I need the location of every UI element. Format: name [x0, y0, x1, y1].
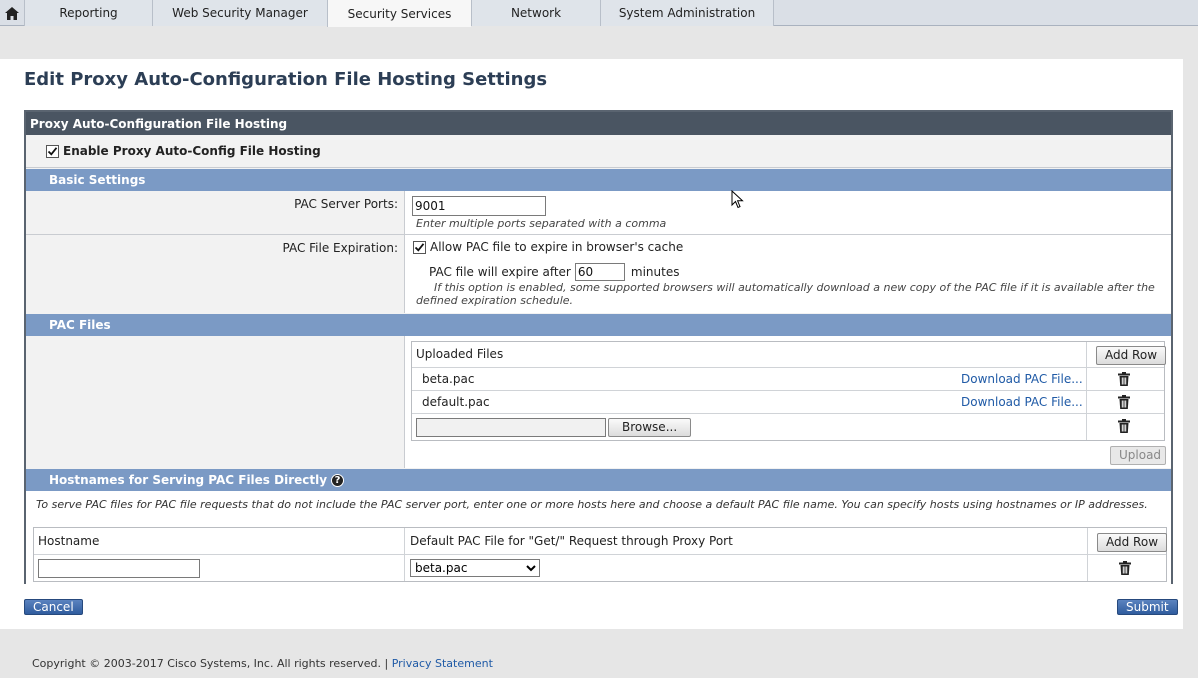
- file-name: default.pac: [422, 395, 490, 409]
- trash-icon[interactable]: [1118, 372, 1130, 389]
- checkmark-icon: [414, 242, 425, 252]
- uploaded-files-header: Uploaded Files Add Row: [412, 342, 1167, 368]
- hostnames-header: Hostname Default PAC File for "Get/" Req…: [34, 528, 1168, 555]
- hostnames-body: To serve PAC files for PAC file requests…: [26, 491, 1171, 586]
- add-host-row-button[interactable]: Add Row: [1097, 533, 1168, 552]
- hostnames-section-title: Hostnames for Serving PAC Files Directly: [49, 473, 328, 487]
- footer: Copyright © 2003-2017 Cisco Systems, Inc…: [32, 657, 493, 670]
- expire-after-row: PAC file will expire after minutes: [429, 263, 679, 281]
- pac-server-ports-hint: Enter multiple ports separated with a co…: [416, 217, 667, 230]
- main-content: Edit Proxy Auto-Configuration File Hosti…: [0, 59, 1183, 629]
- expire-minutes-input[interactable]: [574, 263, 625, 281]
- expire-after-suffix: minutes: [630, 265, 680, 279]
- panel-header: Proxy Auto-Configuration File Hosting: [26, 112, 1171, 135]
- help-icon[interactable]: ?: [331, 473, 345, 487]
- mouse-cursor-icon: [731, 190, 744, 209]
- table-row: beta.pac Download PAC File...: [412, 368, 1164, 391]
- file-name: beta.pac: [422, 372, 475, 386]
- file-path-input[interactable]: [416, 418, 606, 437]
- page-title: Edit Proxy Auto-Configuration File Hosti…: [24, 69, 548, 90]
- download-pac-file-link[interactable]: Download PAC File...: [961, 395, 1083, 409]
- top-navigation: Reporting Web Security Manager Security …: [0, 0, 1198, 27]
- tab-web-security-manager[interactable]: Web Security Manager: [152, 0, 327, 26]
- copyright-text: Copyright © 2003-2017 Cisco Systems, Inc…: [32, 657, 389, 670]
- enable-pac-hosting-label: Enable Proxy Auto-Config File Hosting: [63, 144, 321, 158]
- hostnames-table: Hostname Default PAC File for "Get/" Req…: [33, 527, 1168, 582]
- pac-file-expiration-label: PAC File Expiration:: [26, 235, 405, 313]
- pac-file-expiration-cell: Allow PAC file to expire in browser's ca…: [405, 235, 1171, 313]
- cancel-button[interactable]: Cancel: [24, 599, 83, 615]
- browse-button[interactable]: Browse...: [608, 418, 692, 437]
- expire-hint: If this option is enabled, some supporte…: [416, 281, 1155, 307]
- section-pac-files: PAC Files: [26, 314, 1171, 336]
- allow-expire-label: Allow PAC file to expire in browser's ca…: [430, 240, 684, 254]
- trash-icon[interactable]: [1118, 395, 1130, 412]
- trash-icon[interactable]: [1118, 419, 1130, 436]
- privacy-statement-link[interactable]: Privacy Statement: [392, 657, 493, 670]
- table-row: default.pac Download PAC File...: [412, 391, 1164, 414]
- tab-network[interactable]: Network: [471, 0, 600, 26]
- upload-button[interactable]: Upload: [1110, 446, 1166, 465]
- browse-row: Browse...: [412, 414, 1164, 441]
- tab-security-services[interactable]: Security Services: [327, 0, 471, 27]
- expire-after-prefix: PAC file will expire after: [429, 265, 571, 279]
- pac-hosting-panel: Proxy Auto-Configuration File Hosting En…: [24, 110, 1173, 586]
- section-hostnames: Hostnames for Serving PAC Files Directly…: [26, 469, 1171, 491]
- pac-server-ports-cell: Enter multiple ports separated with a co…: [405, 191, 1171, 234]
- table-row: beta.pac: [34, 555, 1166, 582]
- checkmark-icon: [47, 146, 58, 156]
- home-icon[interactable]: [0, 0, 24, 26]
- uploaded-files-table: Uploaded Files Add Row beta.pac Download…: [411, 341, 1167, 441]
- uploaded-files-title: Uploaded Files: [416, 347, 504, 361]
- tab-reporting[interactable]: Reporting: [24, 0, 152, 26]
- default-pac-file-select[interactable]: beta.pac: [410, 559, 540, 577]
- hostname-input[interactable]: [38, 559, 200, 578]
- col-hostname: Hostname: [38, 534, 100, 548]
- enable-pac-hosting-checkbox[interactable]: [46, 144, 59, 158]
- tab-system-administration[interactable]: System Administration: [600, 0, 774, 26]
- hostnames-description: To serve PAC files for PAC file requests…: [36, 498, 1148, 511]
- allow-expire-row: Allow PAC file to expire in browser's ca…: [413, 240, 683, 254]
- pac-server-ports-label: PAC Server Ports:: [26, 191, 405, 234]
- pac-files-cell: Uploaded Files Add Row beta.pac Download…: [405, 336, 1171, 468]
- allow-expire-checkbox[interactable]: [413, 240, 426, 254]
- trash-icon[interactable]: [1119, 561, 1131, 578]
- section-basic-settings: Basic Settings: [26, 169, 1171, 191]
- pac-files-label-cell: [26, 336, 405, 468]
- add-row-button[interactable]: Add Row: [1096, 346, 1167, 365]
- submit-button[interactable]: Submit: [1117, 599, 1178, 615]
- col-default-pac-file: Default PAC File for "Get/" Request thro…: [410, 534, 733, 548]
- enable-row: Enable Proxy Auto-Config File Hosting: [26, 135, 1171, 168]
- pac-server-ports-input[interactable]: [412, 196, 546, 216]
- download-pac-file-link[interactable]: Download PAC File...: [961, 372, 1083, 386]
